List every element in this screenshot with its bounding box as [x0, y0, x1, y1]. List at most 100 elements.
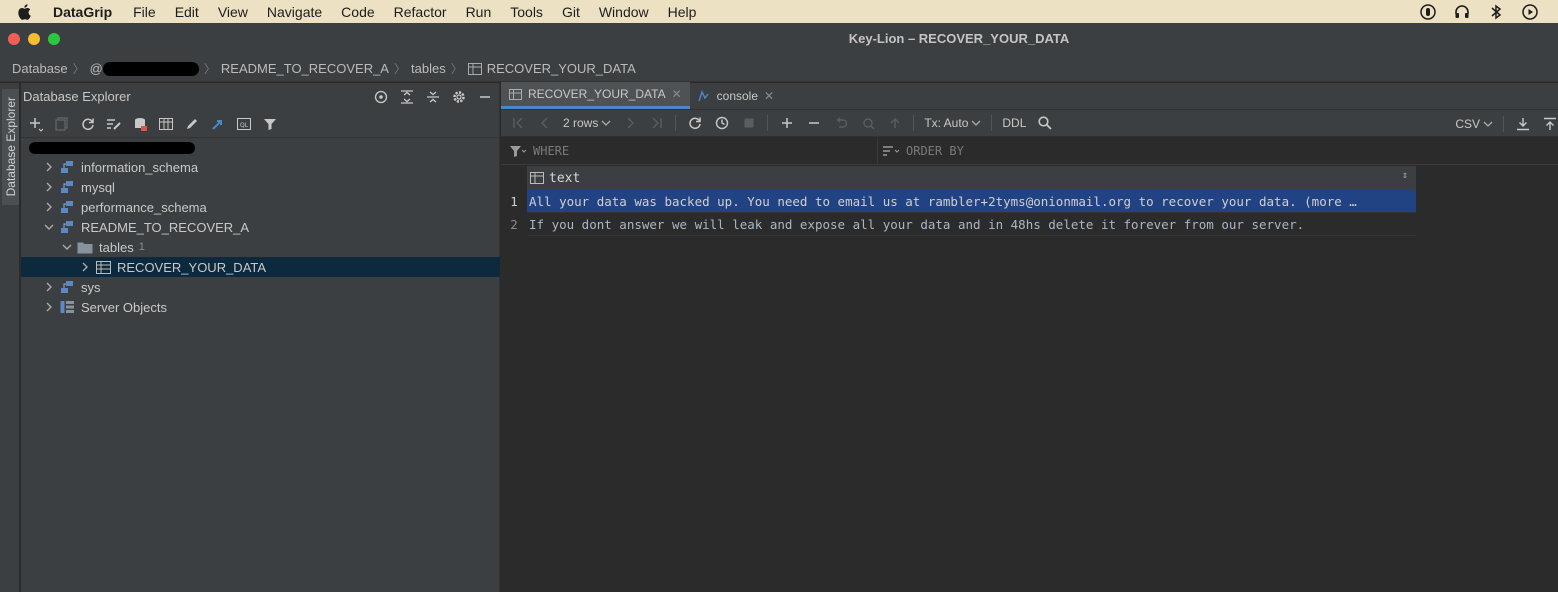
table-icon [467, 62, 482, 75]
tab-recover-your-data[interactable]: RECOVER_YOUR_DATA ✕ [501, 82, 690, 109]
database-explorer-vertical-tab[interactable]: Database Explorer [2, 89, 19, 205]
order-by-field[interactable]: ORDER BY [878, 144, 964, 158]
chevron-down-icon[interactable] [43, 223, 55, 231]
chevron-down-icon [1483, 121, 1493, 127]
table-row[interactable]: 1 All your data was backed up. You need … [501, 190, 1416, 213]
menu-view[interactable]: View [218, 4, 248, 20]
breadcrumb-schema[interactable]: README_TO_RECOVER_A [221, 61, 389, 76]
expand-all-icon[interactable] [398, 88, 415, 105]
menu-file[interactable]: File [133, 4, 156, 20]
breadcrumb-table[interactable]: RECOVER_YOUR_DATA [467, 61, 636, 76]
reload-icon[interactable] [686, 115, 703, 132]
tree-row-tables-folder[interactable]: tables 1 [21, 237, 500, 257]
refresh-icon[interactable] [79, 115, 96, 132]
preview-pending-changes-icon[interactable] [859, 115, 876, 132]
explorer-toolbar: QL [21, 110, 499, 138]
transaction-mode-dropdown[interactable]: Tx: Auto [924, 116, 981, 130]
where-filter-field[interactable]: WHERE [501, 136, 878, 165]
upload-icon[interactable] [1541, 115, 1558, 132]
tree-row-connection[interactable] [21, 139, 500, 157]
jump-to-console-icon[interactable] [209, 115, 226, 132]
bluetooth-icon[interactable] [1486, 3, 1506, 20]
sort-toggle-icon[interactable]: ⇕ [1402, 170, 1408, 181]
menu-tools[interactable]: Tools [510, 4, 543, 20]
tab-console[interactable]: console ✕ [690, 82, 782, 109]
breadcrumb-host[interactable]: @ [90, 61, 199, 76]
breadcrumb-separator: 〉 [203, 62, 216, 76]
tree-row-recover-your-data[interactable]: RECOVER_YOUR_DATA [21, 257, 500, 277]
menu-window[interactable]: Window [599, 4, 649, 20]
next-page-icon[interactable] [621, 115, 638, 132]
edit-icon[interactable] [183, 115, 200, 132]
auto-refresh-clock-icon[interactable] [713, 115, 730, 132]
copy-icon[interactable] [53, 115, 70, 132]
chevron-right-icon[interactable] [43, 282, 55, 292]
menu-edit[interactable]: Edit [175, 4, 199, 20]
table-cell[interactable]: If you dont answer we will leak and expo… [527, 213, 1416, 236]
toolbar-divider [991, 115, 993, 131]
chevron-down-icon [601, 120, 611, 126]
menu-refactor[interactable]: Refactor [394, 4, 447, 20]
chevron-right-icon[interactable] [43, 162, 55, 172]
menu-help[interactable]: Help [668, 4, 697, 20]
download-icon[interactable] [1514, 115, 1531, 132]
headphones-icon[interactable] [1452, 3, 1472, 20]
table-row[interactable]: 2 If you dont answer we will leak and ex… [501, 213, 1416, 236]
chevron-right-icon[interactable] [43, 182, 55, 192]
column-header-text[interactable]: text ⇕ [527, 166, 1416, 190]
menu-run[interactable]: Run [466, 4, 492, 20]
menu-code[interactable]: Code [341, 4, 374, 20]
collapse-all-icon[interactable] [424, 88, 441, 105]
tree-row-readme-to-recover[interactable]: README_TO_RECOVER_A [21, 217, 500, 237]
tree-row-mysql[interactable]: mysql [21, 177, 500, 197]
add-row-icon[interactable] [778, 115, 795, 132]
locate-icon[interactable] [372, 88, 389, 105]
mouse-icon[interactable] [1418, 3, 1438, 20]
grid-toolbar: 2 rows Tx: Auto DDL CSV [501, 110, 1558, 137]
apple-icon[interactable] [17, 3, 35, 20]
tree-row-performance-schema[interactable]: performance_schema [21, 197, 500, 217]
table-cell[interactable]: All your data was backed up. You need to… [527, 190, 1416, 213]
close-icon[interactable]: ✕ [764, 89, 774, 103]
breadcrumb-database[interactable]: Database [12, 61, 68, 76]
tree-row-server-objects[interactable]: Server Objects [21, 297, 500, 317]
last-page-icon[interactable] [648, 115, 665, 132]
svg-text:QL: QL [240, 122, 249, 129]
stop-icon[interactable] [740, 115, 757, 132]
filter-icon[interactable] [261, 115, 278, 132]
add-icon[interactable] [27, 115, 44, 132]
minimize-panel-icon[interactable] [476, 88, 493, 105]
delete-row-icon[interactable] [805, 115, 822, 132]
menu-git[interactable]: Git [562, 4, 580, 20]
search-icon[interactable] [1036, 115, 1053, 132]
menu-navigate[interactable]: Navigate [267, 4, 322, 20]
ql-console-icon[interactable]: QL [235, 115, 252, 132]
submit-icon[interactable] [886, 115, 903, 132]
ddl-button[interactable]: DDL [1002, 116, 1026, 130]
breadcrumb-tables[interactable]: tables [411, 61, 446, 76]
chevron-down-icon[interactable] [61, 243, 73, 251]
export-format-dropdown[interactable]: CSV [1455, 117, 1493, 131]
tree-label: RECOVER_YOUR_DATA [117, 259, 267, 275]
tree-row-information-schema[interactable]: information_schema [21, 157, 500, 177]
app-name-menu[interactable]: DataGrip [53, 4, 112, 20]
gear-icon[interactable] [450, 88, 467, 105]
datasource-properties-icon[interactable] [131, 115, 148, 132]
close-icon[interactable]: ✕ [672, 87, 682, 101]
rows-count-dropdown[interactable]: 2 rows [563, 116, 611, 130]
schema-icon [59, 179, 75, 195]
play-circle-icon[interactable] [1520, 3, 1540, 20]
previous-page-icon[interactable] [536, 115, 553, 132]
schema-edit-icon[interactable] [105, 115, 122, 132]
revert-icon[interactable] [832, 115, 849, 132]
tree-row-sys[interactable]: sys [21, 277, 500, 297]
table-view-icon[interactable] [157, 115, 174, 132]
chevron-right-icon[interactable] [43, 202, 55, 212]
row-number: 2 [510, 217, 518, 232]
table-icon [95, 259, 111, 275]
chevron-right-icon[interactable] [79, 262, 91, 272]
chevron-right-icon[interactable] [43, 302, 55, 312]
first-page-icon[interactable] [509, 115, 526, 132]
database-explorer-panel: Database Explorer QL information_schema [21, 83, 500, 592]
explorer-title: Database Explorer [23, 89, 131, 104]
